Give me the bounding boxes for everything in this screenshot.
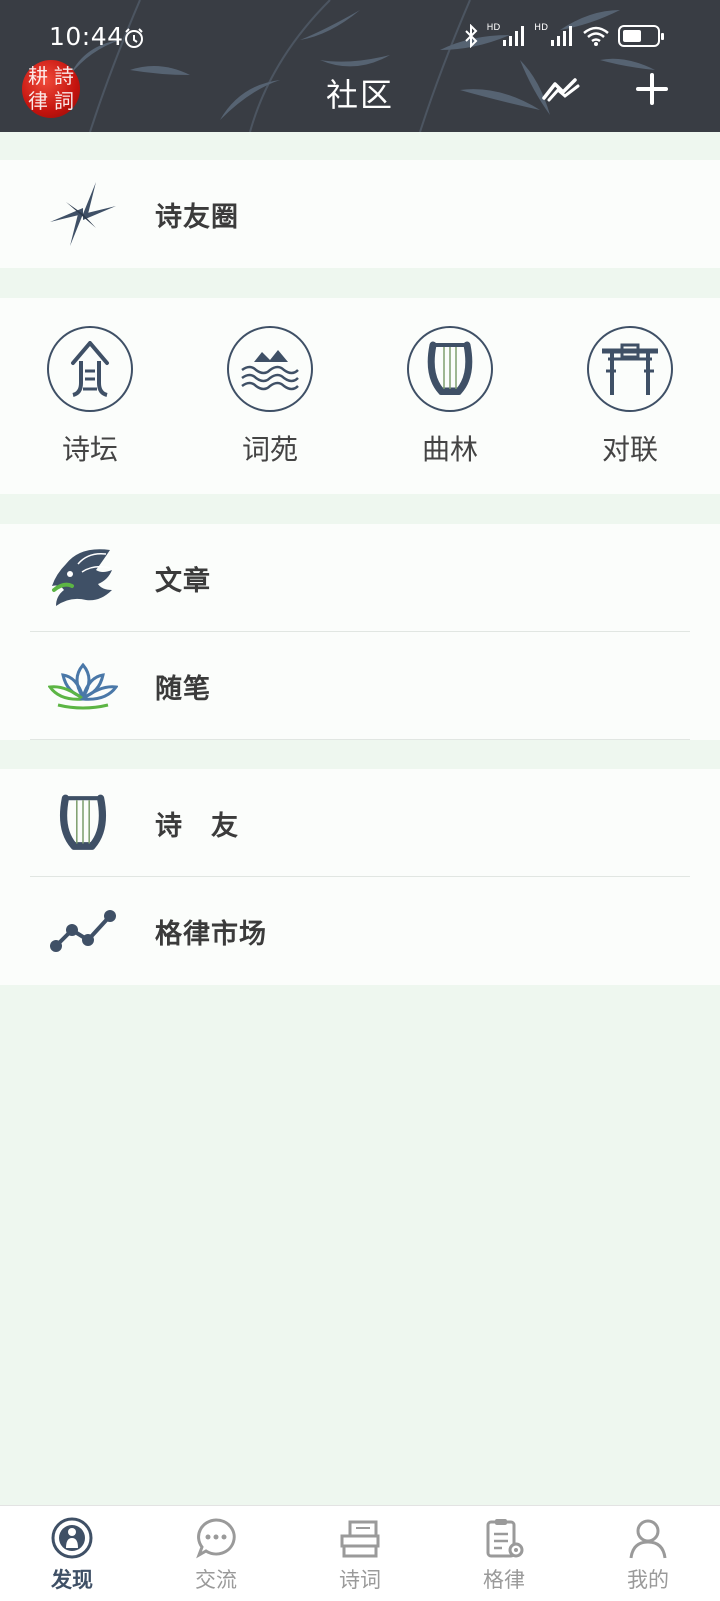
- add-button[interactable]: [629, 66, 675, 112]
- tab-label: 格律: [483, 1568, 525, 1592]
- battery-icon: [618, 25, 664, 47]
- meter-market-row[interactable]: 格律市场: [0, 877, 720, 985]
- hd-label: HD: [486, 23, 501, 33]
- category-label: 对联: [601, 433, 658, 466]
- trend-line-icon: [48, 897, 118, 965]
- category-label: 曲林: [421, 433, 478, 466]
- poet-friends-row[interactable]: 诗 友: [0, 769, 720, 877]
- poet-friends-label: 诗 友: [155, 810, 239, 842]
- alarm-icon: [125, 28, 143, 48]
- tab-poems[interactable]: 诗词: [288, 1506, 432, 1601]
- pavilion-icon: [71, 341, 109, 397]
- tab-label: 交流: [195, 1568, 237, 1592]
- dragon-icon: [48, 544, 118, 612]
- battery-level: [623, 30, 641, 42]
- articles-row[interactable]: 文章: [0, 524, 720, 632]
- social-section: 诗 友 格律市场: [0, 769, 720, 985]
- discover-icon: [51, 1517, 93, 1559]
- status-icons: HD HD: [463, 23, 664, 48]
- category-qu-forest[interactable]: 曲林: [405, 298, 495, 494]
- tab-discover[interactable]: 发现: [0, 1506, 144, 1601]
- app-header: 10:44 HD HD 耕 詩 律 詞 社区: [0, 0, 720, 132]
- category-couplets[interactable]: 对联: [585, 298, 675, 494]
- signal-icon: [503, 26, 525, 46]
- hd-label: HD: [534, 23, 548, 33]
- essays-row[interactable]: 随笔: [0, 632, 720, 740]
- bluetooth-icon: [464, 24, 478, 48]
- moments-section: 诗友圈: [0, 160, 720, 268]
- tab-chat[interactable]: 交流: [144, 1506, 288, 1601]
- category-poetry-forum[interactable]: 诗坛: [45, 298, 135, 494]
- moments-label: 诗友圈: [155, 201, 239, 233]
- signal-icon: [551, 26, 572, 46]
- trend-button[interactable]: [538, 66, 584, 112]
- gate-icon: [602, 343, 658, 395]
- essays-label: 随笔: [155, 673, 211, 705]
- clipboard-gear-icon: [486, 1519, 524, 1558]
- category-label: 词苑: [241, 433, 298, 466]
- trend-icon: [542, 78, 580, 102]
- wifi-icon: [583, 26, 609, 46]
- articles-section: 文章 随笔: [0, 524, 720, 740]
- bottom-tab-bar: 发现 交流 诗词 格律 我的: [0, 1505, 720, 1601]
- user-icon: [629, 1519, 667, 1559]
- tab-label: 我的: [627, 1568, 669, 1592]
- page-title: 社区: [325, 76, 394, 114]
- lyre-icon: [48, 789, 118, 857]
- tab-profile[interactable]: 我的: [576, 1506, 720, 1601]
- pinwheel-icon: [48, 180, 118, 248]
- status-bar: 10:44 HD HD: [0, 0, 720, 52]
- lotus-icon: [48, 652, 118, 720]
- category-label: 诗坛: [61, 433, 118, 466]
- moments-row[interactable]: 诗友圈: [0, 160, 720, 268]
- lyre-icon: [427, 341, 473, 395]
- plus-icon: [636, 73, 668, 105]
- chat-bubble-icon: [196, 1518, 236, 1559]
- category-ci-garden[interactable]: 词苑: [225, 298, 315, 494]
- tab-meter[interactable]: 格律: [432, 1506, 576, 1601]
- tab-label: 诗词: [339, 1568, 381, 1592]
- category-section: 诗坛 词苑 曲林 对联: [0, 298, 720, 494]
- status-time: 10:44: [49, 22, 124, 51]
- articles-label: 文章: [155, 565, 211, 597]
- mountain-waves-icon: [241, 350, 299, 391]
- books-icon: [340, 1520, 380, 1558]
- divider: [30, 739, 690, 740]
- meter-market-label: 格律市场: [155, 918, 267, 950]
- tab-label: 发现: [51, 1568, 93, 1592]
